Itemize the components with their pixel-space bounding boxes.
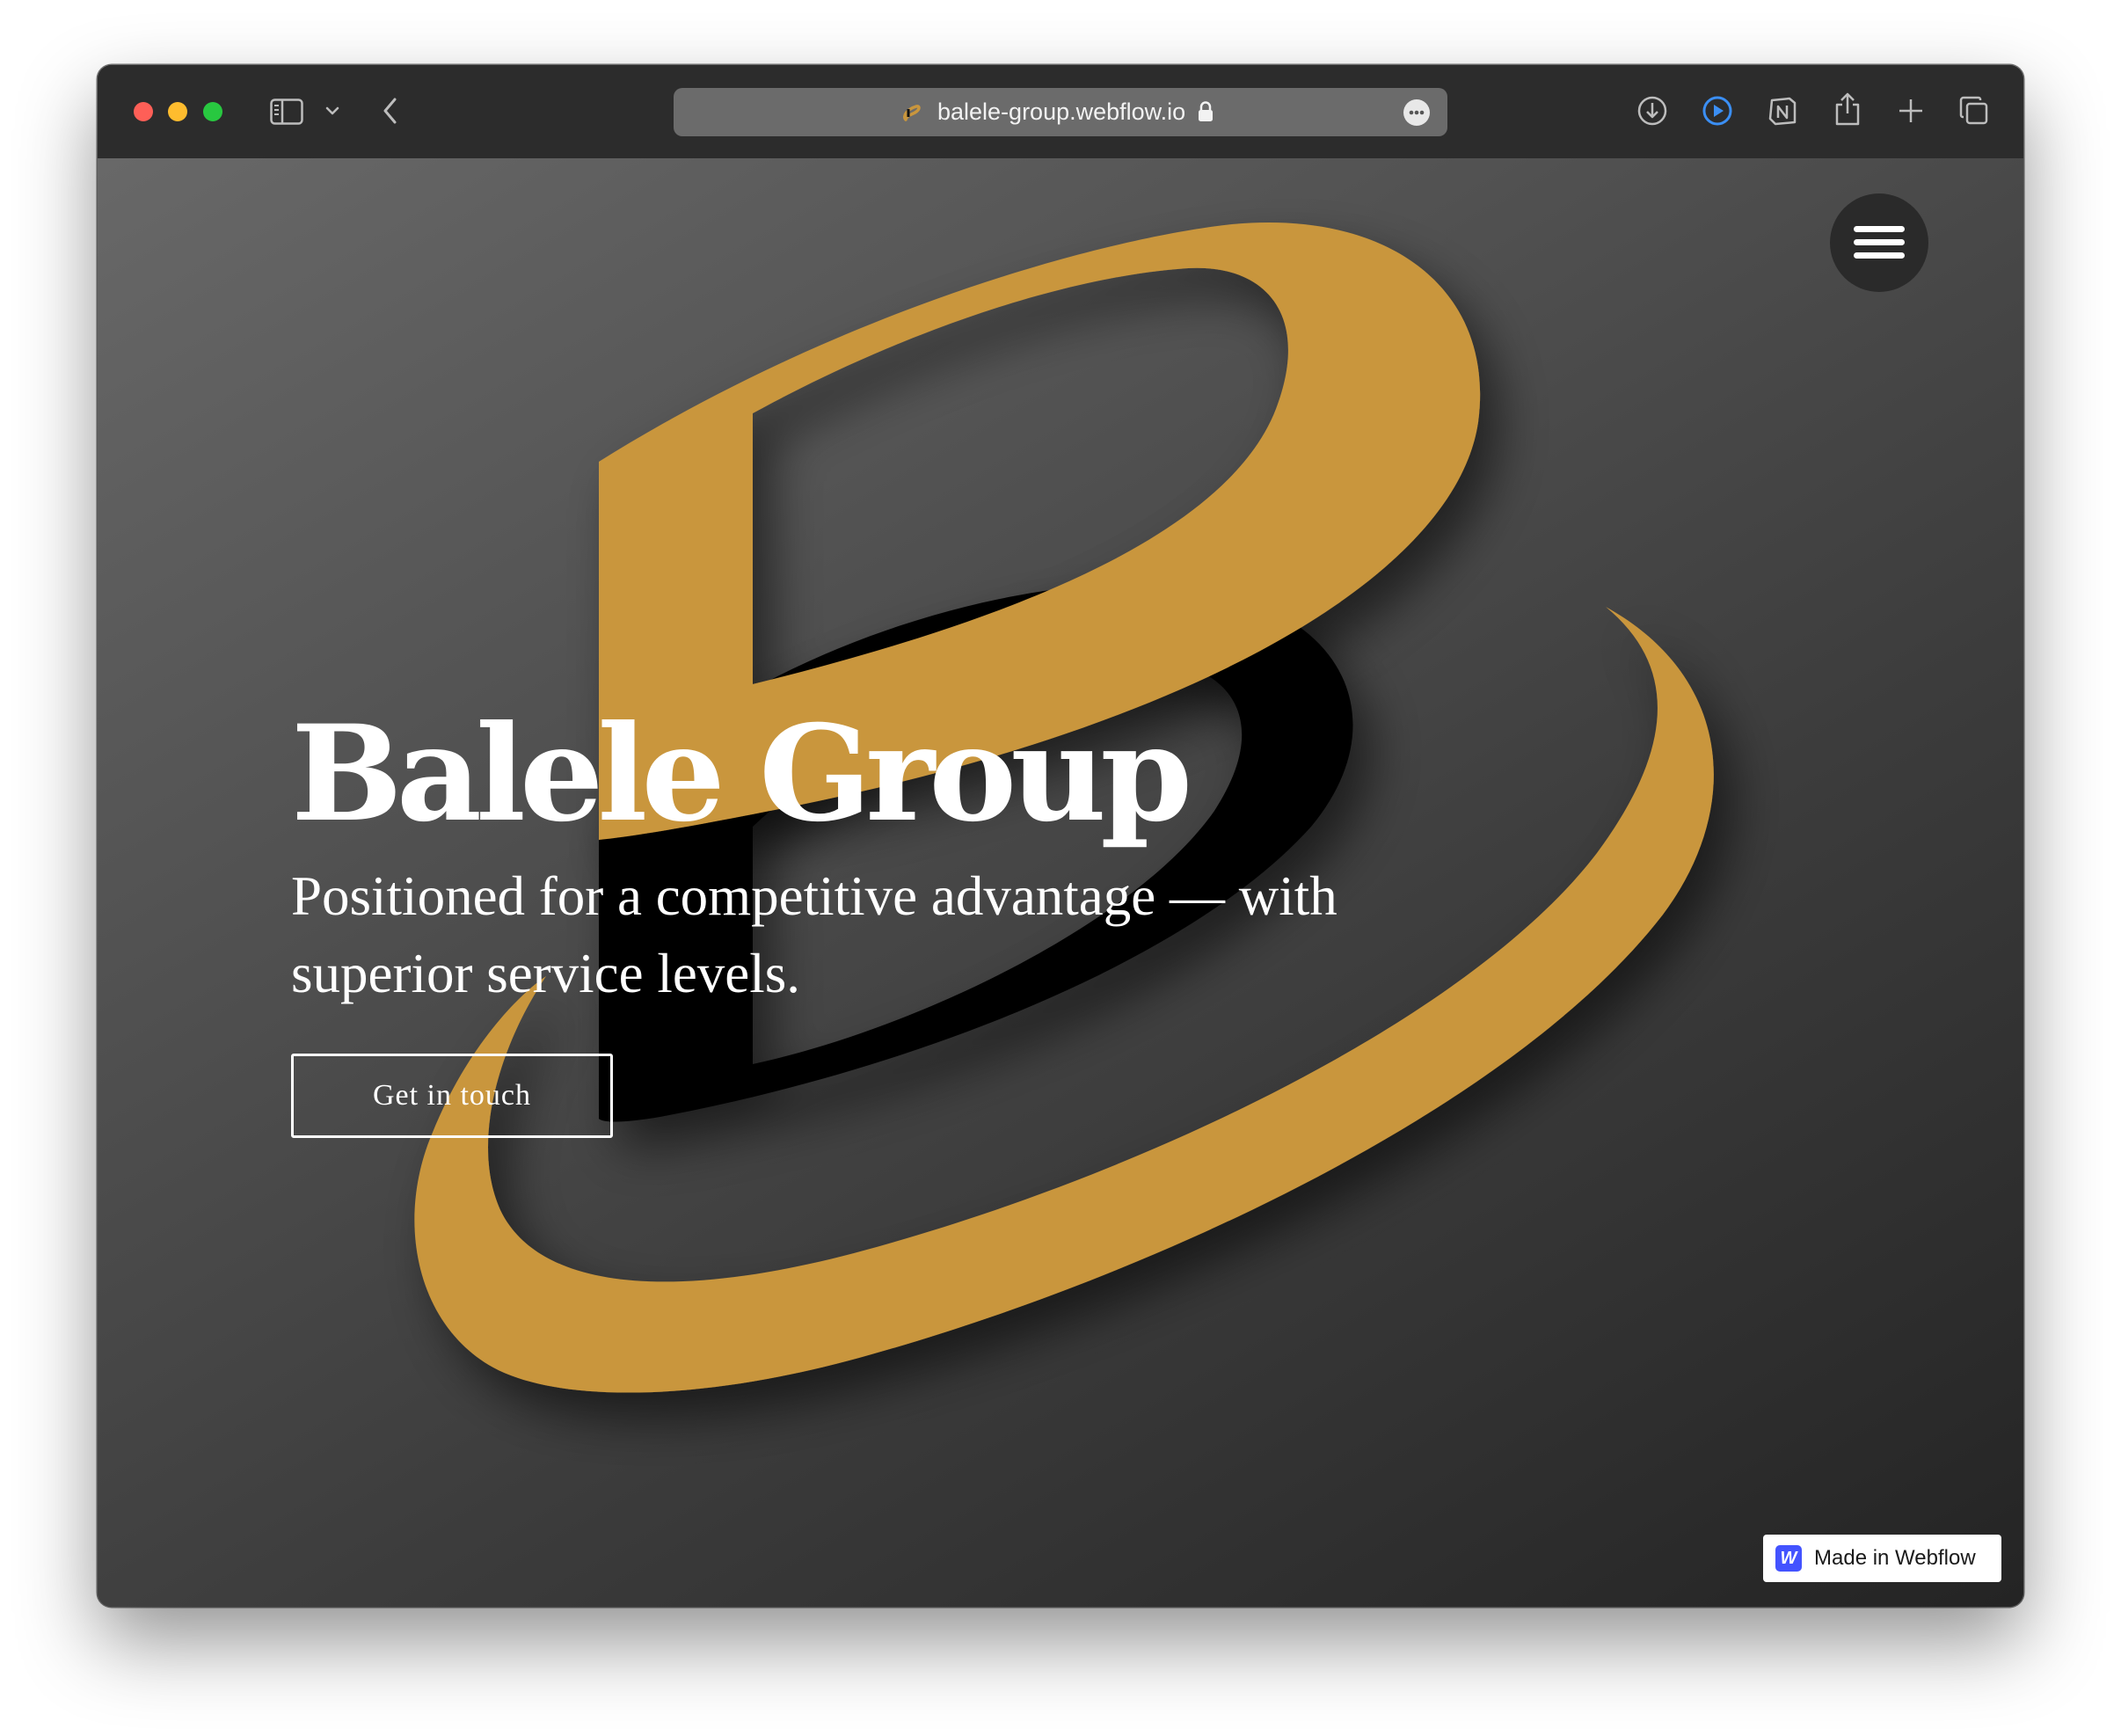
close-window-button[interactable] bbox=[134, 102, 153, 121]
chevron-down-icon[interactable] bbox=[322, 100, 343, 121]
play-icon[interactable] bbox=[1700, 93, 1735, 128]
plus-icon[interactable] bbox=[1893, 93, 1928, 128]
made-in-webflow-badge[interactable]: W Made in Webflow bbox=[1763, 1535, 2001, 1582]
lock-icon bbox=[1199, 101, 1213, 121]
share-icon[interactable] bbox=[1830, 90, 1865, 128]
browser-window: balele-group.webflow.io Balele Group Pos… bbox=[98, 65, 2023, 1607]
notion-icon[interactable] bbox=[1765, 93, 1800, 128]
hamburger-icon bbox=[1854, 226, 1905, 232]
zoom-window-button[interactable] bbox=[203, 102, 222, 121]
ellipsis-icon[interactable] bbox=[1403, 99, 1430, 126]
tabs-icon[interactable] bbox=[1957, 93, 1992, 128]
badge-label: Made in Webflow bbox=[1814, 1546, 1976, 1570]
webflow-logo-icon: W bbox=[1775, 1545, 1802, 1572]
hamburger-icon-bar bbox=[1854, 252, 1905, 259]
minimize-window-button[interactable] bbox=[168, 102, 187, 121]
hamburger-menu-button[interactable] bbox=[1830, 193, 1928, 292]
site-favicon-icon bbox=[903, 105, 921, 121]
hamburger-icon-bar bbox=[1854, 239, 1905, 245]
download-icon[interactable] bbox=[1635, 93, 1670, 128]
hero-title: Balele Group bbox=[291, 697, 1192, 851]
hero-subtitle: Positioned for a competitive advantage —… bbox=[291, 865, 1337, 1004]
hero-section: Balele Group Positioned for a competitiv… bbox=[98, 158, 2023, 1607]
address-url: balele-group.webflow.io bbox=[937, 98, 1186, 125]
sidebar-icon[interactable] bbox=[269, 95, 304, 128]
browser-toolbar: balele-group.webflow.io bbox=[98, 65, 2023, 159]
chevron-left-icon[interactable] bbox=[377, 93, 404, 128]
address-bar[interactable]: balele-group.webflow.io bbox=[674, 88, 1447, 136]
get-in-touch-button[interactable]: Get in touch bbox=[291, 1054, 613, 1138]
